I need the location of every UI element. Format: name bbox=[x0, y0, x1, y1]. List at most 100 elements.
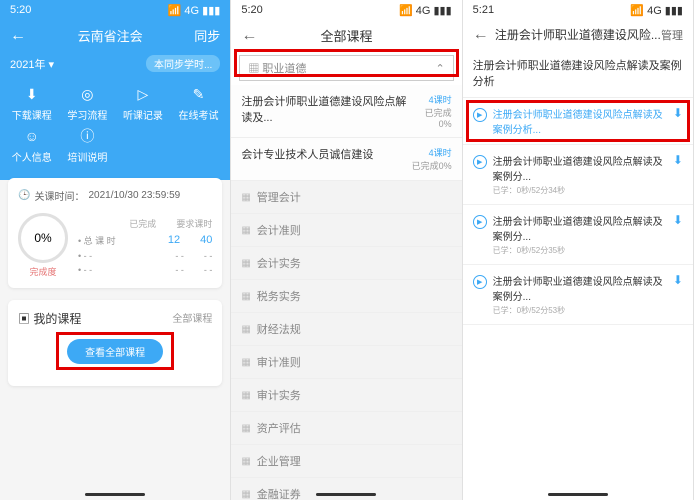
exam-icon: ✎ bbox=[189, 84, 209, 104]
category-item[interactable]: ▦ 税务实务 bbox=[231, 280, 461, 313]
progress-circle-wrap: 0% 完成度 bbox=[18, 213, 68, 278]
page-title: 云南省注会 bbox=[78, 26, 143, 45]
nav-label: 听课记录 bbox=[123, 107, 163, 122]
nav-label: 下载课程 bbox=[12, 107, 52, 122]
category-label: 管理会计 bbox=[257, 189, 301, 205]
expand-icon: ▦ bbox=[241, 258, 250, 269]
home-indicator[interactable] bbox=[85, 493, 145, 496]
status-bar: 5:21 📶 4G ▮▮▮ bbox=[463, 0, 693, 20]
course-meta: 4课时已完成0% bbox=[412, 146, 452, 172]
lesson-item[interactable]: ▶注册会计师职业道德建设风险点解读及案例分...已学：0秒/52分35秒⬇ bbox=[463, 205, 693, 265]
course-title: 注册会计师职业道德建设风险点解读及... bbox=[241, 93, 416, 129]
header: ← 注册会计师职业道德建设风险... 管理 bbox=[463, 20, 693, 49]
expand-icon: ▦ bbox=[241, 291, 250, 302]
category-item[interactable]: ▦财经法规 bbox=[231, 313, 461, 346]
expand-icon: ▦ bbox=[241, 456, 250, 467]
nav-item[interactable]: ◎学习流程 bbox=[62, 84, 114, 122]
nav-item[interactable]: ⓘ 培训说明 bbox=[62, 126, 114, 164]
expand-icon: ▦ bbox=[241, 489, 250, 500]
expand-icon: ▦ bbox=[241, 390, 250, 401]
lesson-meta: 已学：0秒/52分53秒 bbox=[493, 305, 667, 316]
stats-row: • - - - - - - bbox=[78, 265, 212, 275]
nav-label: 在线考试 bbox=[179, 107, 219, 122]
lesson-item[interactable]: ▶注册会计师职业道德建设风险点解读及案例分...已学：0秒/52分53秒⬇ bbox=[463, 265, 693, 325]
lesson-item[interactable]: ▶注册会计师职业道德建设风险点解读及案例分...已学：0秒/52分34秒⬇ bbox=[463, 145, 693, 205]
course-meta: 4课时已完成0% bbox=[416, 93, 452, 129]
home-indicator[interactable] bbox=[316, 493, 376, 496]
lesson-title: 注册会计师职业道德建设风险点解读及案例分... bbox=[493, 213, 667, 243]
play-icon: ▶ bbox=[473, 215, 487, 229]
category-list: ▦ 管理会计 ▦ 会计准则 ▦ 会计实务 ▦ 税务实务 ▦财经法规 ▦ 审计准则 ▦ 审计实务 ▦ 资产评估… bbox=[231, 181, 461, 500]
nav-item[interactable]: ▷ 听课记录 bbox=[117, 84, 169, 122]
nav-label: 个人信息 bbox=[12, 149, 52, 164]
search-wrap: ▦ 职业道德 ⌃ bbox=[231, 51, 461, 85]
sync-pill[interactable]: 本同步学时... bbox=[146, 55, 220, 72]
course-item[interactable]: 会计专业技术人员诚信建设4课时已完成0% bbox=[231, 138, 461, 181]
category-label: 会计实务 bbox=[257, 255, 301, 271]
all-courses-link[interactable]: 全部课程 bbox=[172, 310, 212, 327]
category-item[interactable]: ▦金融证券 bbox=[231, 478, 461, 500]
lesson-list: ▶注册会计师职业道德建设风险点解读及案例分析...⬇ ▶ 注册会计师职业道德建设风险… bbox=[463, 98, 693, 325]
back-icon[interactable]: ← bbox=[473, 26, 489, 44]
download-icon[interactable]: ⬇ bbox=[673, 273, 683, 287]
category-label: 审计实务 bbox=[257, 387, 301, 403]
category-item[interactable]: ▦ 审计准则 bbox=[231, 346, 461, 379]
lesson-title: 注册会计师职业道德建设风险点解读及案例分... bbox=[493, 273, 667, 303]
nav-label: 培训说明 bbox=[67, 149, 107, 164]
category-item[interactable]: ▦ 审计实务 bbox=[231, 379, 461, 412]
status-signal: 📶 4G ▮▮▮ bbox=[168, 4, 221, 17]
status-bar: 5:20 📶 4G ▮▮▮ bbox=[231, 0, 461, 20]
screen-home: 5:20 📶 4G ▮▮▮ ← 云南省注会 同步 2021年 ▾ 本同步学时..… bbox=[0, 0, 231, 500]
course-item[interactable]: 注册会计师职业道德建设风险点解读及...4课时已完成0% bbox=[231, 85, 461, 138]
category-item[interactable]: ▦ 资产评估 bbox=[231, 412, 461, 445]
status-time: 5:20 bbox=[10, 4, 31, 16]
status-signal: 📶 4G ▮▮▮ bbox=[630, 4, 683, 17]
category-label: 审计准则 bbox=[257, 354, 301, 370]
progress-label: 完成度 bbox=[18, 265, 68, 278]
download-icon[interactable]: ⬇ bbox=[673, 153, 683, 167]
page-title: 注册会计师职业道德建设风险... bbox=[495, 26, 661, 43]
icon-grid: ⬇下载课程◎学习流程 ▷ 听课记录 ✎ 在线考试 ☺ 个人信息 ⓘ 培训说明 bbox=[0, 76, 230, 172]
expand-icon: ▦ bbox=[241, 192, 250, 203]
category-item[interactable]: ▦ 会计实务 bbox=[231, 247, 461, 280]
screen-course-detail: 5:21 📶 4G ▮▮▮ ← 注册会计师职业道德建设风险... 管理 注册会计… bbox=[463, 0, 694, 500]
manage-button[interactable]: 管理 bbox=[661, 27, 683, 43]
category-label: 资产评估 bbox=[257, 420, 301, 436]
section-title: 注册会计师职业道德建设风险点解读及案例分析 bbox=[463, 49, 693, 98]
nav-item[interactable]: ☺ 个人信息 bbox=[6, 126, 58, 164]
progress-area: 0% 完成度 已完成 要求课时 • 总 课 时 12 40 • - - - - bbox=[18, 213, 212, 278]
lesson-item[interactable]: ▶注册会计师职业道德建设风险点解读及案例分析...⬇ bbox=[463, 98, 693, 145]
download-icon[interactable]: ⬇ bbox=[673, 213, 683, 227]
stats-header: 已完成 要求课时 bbox=[78, 217, 212, 230]
nav-item[interactable]: ✎ 在线考试 bbox=[173, 84, 225, 122]
nav-item[interactable]: ⬇下载课程 bbox=[6, 84, 58, 122]
expand-icon: ▦ bbox=[241, 357, 250, 368]
lesson-meta: 已学：0秒/52分34秒 bbox=[493, 185, 667, 196]
highlight-box bbox=[234, 49, 458, 77]
status-bar: 5:20 📶 4G ▮▮▮ bbox=[0, 0, 230, 20]
status-signal: 📶 4G ▮▮▮ bbox=[399, 4, 452, 17]
profile-icon: ☺ bbox=[22, 126, 42, 146]
category-item[interactable]: ▦ 企业管理 bbox=[231, 445, 461, 478]
sync-button[interactable]: 同步 bbox=[194, 26, 220, 45]
expand-icon: ▦ bbox=[241, 423, 250, 434]
category-label: 会计准则 bbox=[257, 222, 301, 238]
record-icon: ▷ bbox=[133, 84, 153, 104]
close-time: 🕒 关课时间： 2021/10/30 23:59:59 bbox=[18, 188, 212, 203]
category-label: 税务实务 bbox=[257, 288, 301, 304]
expand-icon: ▦ bbox=[241, 225, 250, 236]
category-label: 企业管理 bbox=[257, 453, 301, 469]
info-icon: ⓘ bbox=[77, 126, 97, 146]
category-item[interactable]: ▦ 管理会计 bbox=[231, 181, 461, 214]
my-courses-title: ▣ 我的课程 bbox=[18, 310, 81, 327]
time-card: 🕒 关课时间： 2021/10/30 23:59:59 0% 完成度 已完成 要… bbox=[8, 178, 222, 288]
progress-circle: 0% bbox=[18, 213, 68, 263]
category-item[interactable]: ▦ 会计准则 bbox=[231, 214, 461, 247]
home-indicator[interactable] bbox=[548, 493, 608, 496]
stats-row: • 总 课 时 12 40 bbox=[78, 234, 212, 247]
back-icon[interactable]: ← bbox=[241, 27, 257, 45]
year-selector[interactable]: 2021年 ▾ bbox=[10, 56, 54, 72]
back-icon[interactable]: ← bbox=[10, 27, 26, 45]
screen-all-courses: 5:20 📶 4G ▮▮▮ ← 全部课程 ▦ 职业道德 ⌃ 注册会计师职业道德建… bbox=[231, 0, 462, 500]
header: ← 全部课程 bbox=[231, 20, 461, 51]
